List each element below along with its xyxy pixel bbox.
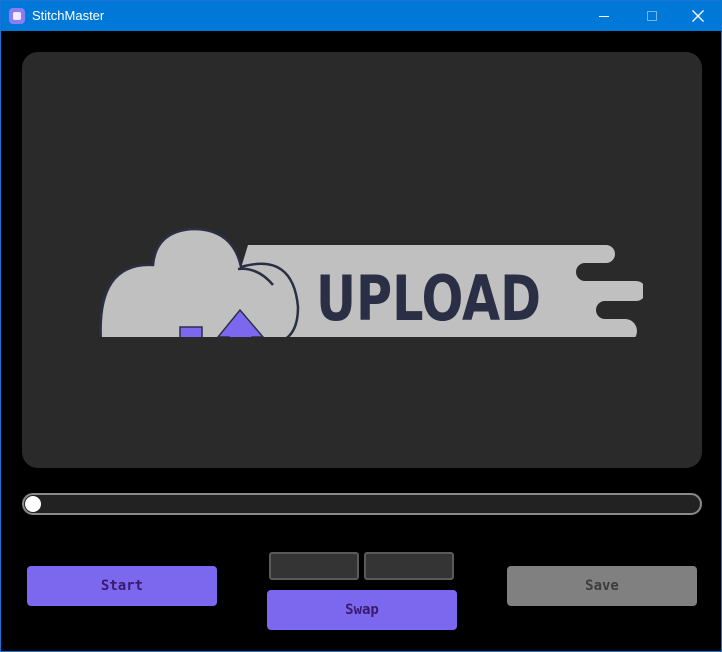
minimize-icon — [599, 15, 609, 17]
progress-slider[interactable] — [22, 493, 702, 515]
close-button[interactable] — [675, 1, 721, 31]
maximize-button[interactable] — [629, 1, 675, 31]
save-button[interactable]: Save — [507, 566, 697, 606]
first-input-field[interactable] — [269, 552, 359, 580]
start-button[interactable]: Start — [27, 566, 217, 606]
app-window: StitchMaster UPLOAD Start Swap Save — [0, 0, 722, 652]
upload-label: UPLOAD — [316, 262, 541, 335]
minimize-button[interactable] — [581, 1, 627, 31]
image-preview-area[interactable]: UPLOAD — [22, 52, 702, 468]
swap-button[interactable]: Swap — [267, 590, 457, 630]
close-icon — [692, 10, 704, 22]
window-title: StitchMaster — [32, 8, 105, 23]
progress-knob[interactable] — [25, 496, 41, 512]
app-icon — [9, 8, 25, 24]
second-input-field[interactable] — [364, 552, 454, 580]
cloud-upload-icon: UPLOAD — [99, 227, 643, 337]
title-bar[interactable]: StitchMaster — [1, 1, 721, 31]
maximize-icon — [647, 11, 657, 21]
